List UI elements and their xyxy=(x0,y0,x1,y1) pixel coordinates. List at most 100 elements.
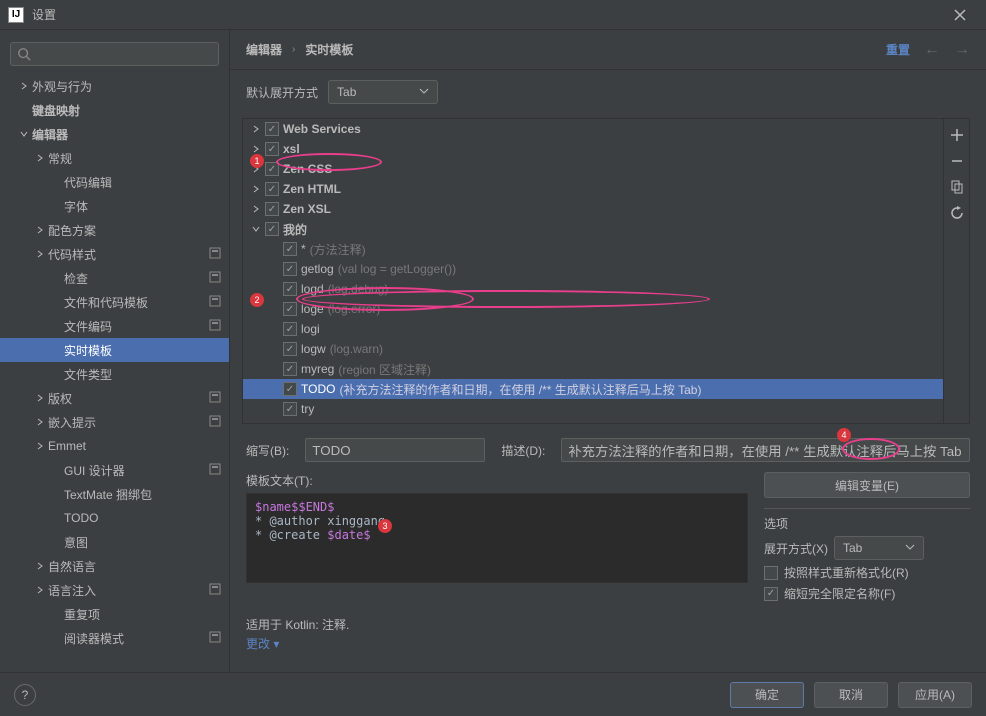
sidebar-item[interactable]: 文件编码 xyxy=(0,314,229,338)
sidebar-item-label: 语言注入 xyxy=(48,582,96,599)
template-checkbox[interactable]: ✓ xyxy=(283,402,297,416)
sidebar-item[interactable]: 阅读器模式 xyxy=(0,626,229,650)
group-checkbox[interactable]: ✓ xyxy=(265,222,279,236)
sidebar-item[interactable]: 检查 xyxy=(0,266,229,290)
group-checkbox[interactable]: ✓ xyxy=(265,142,279,156)
close-button[interactable] xyxy=(942,1,978,29)
sidebar-item[interactable]: Emmet xyxy=(0,434,229,458)
reformat-label: 按照样式重新格式化(R) xyxy=(784,564,909,581)
search-icon xyxy=(17,47,31,61)
template-item[interactable]: ✓ try xyxy=(243,399,943,419)
template-item[interactable]: ✓ logd (log.debug) xyxy=(243,279,943,299)
sidebar-item[interactable]: 实时模板 xyxy=(0,338,229,362)
sidebar-item[interactable]: GUI 设计器 xyxy=(0,458,229,482)
group-checkbox[interactable]: ✓ xyxy=(265,182,279,196)
search-input[interactable] xyxy=(10,42,219,66)
sidebar-item[interactable]: 嵌入提示 xyxy=(0,410,229,434)
template-desc: (val log = getLogger()) xyxy=(338,262,456,276)
template-group[interactable]: ✓ Zen HTML xyxy=(243,179,943,199)
sidebar-item[interactable]: TextMate 捆绑包 xyxy=(0,482,229,506)
sidebar-item[interactable]: 外观与行为 xyxy=(0,74,229,98)
template-item[interactable]: ✓ TODO (补充方法注释的作者和日期，在使用 /** 生成默认注释后马上按 … xyxy=(243,379,943,399)
revert-template-button[interactable] xyxy=(949,205,965,221)
sidebar-item[interactable]: 字体 xyxy=(0,194,229,218)
template-group[interactable]: ✓ Web Services xyxy=(243,119,943,139)
sidebar-item[interactable]: 重复项 xyxy=(0,602,229,626)
sidebar-item[interactable]: TODO xyxy=(0,506,229,530)
sidebar-item[interactable]: 代码样式 xyxy=(0,242,229,266)
expand-arrow-icon xyxy=(50,536,62,548)
template-checkbox[interactable]: ✓ xyxy=(283,242,297,256)
shorten-fqn-checkbox[interactable]: ✓ xyxy=(764,587,778,601)
template-group[interactable]: ✓ xsl xyxy=(243,139,943,159)
template-item[interactable]: ✓ loge (log.error) xyxy=(243,299,943,319)
template-checkbox[interactable]: ✓ xyxy=(283,382,297,396)
expand-arrow-icon xyxy=(251,225,261,233)
template-item[interactable]: ✓ * (方法注释) xyxy=(243,239,943,259)
group-checkbox[interactable]: ✓ xyxy=(265,162,279,176)
template-group[interactable]: ✓ Zen XSL xyxy=(243,199,943,219)
template-checkbox[interactable]: ✓ xyxy=(283,282,297,296)
expand-arrow-icon xyxy=(50,344,62,356)
template-text-editor[interactable]: $name$$END$ * @author xinggang * @create… xyxy=(246,493,748,583)
sidebar-item[interactable]: 文件和代码模板 xyxy=(0,290,229,314)
template-item[interactable]: ✓ myreg (region 区域注释) xyxy=(243,359,943,379)
sidebar-item[interactable]: 版权 xyxy=(0,386,229,410)
help-button[interactable]: ? xyxy=(14,684,36,706)
template-checkbox[interactable]: ✓ xyxy=(283,322,297,336)
group-checkbox[interactable]: ✓ xyxy=(265,202,279,216)
template-checkbox[interactable]: ✓ xyxy=(283,342,297,356)
shorten-fqn-label: 缩短完全限定名称(F) xyxy=(784,585,895,602)
template-checkbox[interactable]: ✓ xyxy=(283,262,297,276)
sidebar-item[interactable]: 配色方案 xyxy=(0,218,229,242)
template-item[interactable]: ✓ logw (log.warn) xyxy=(243,339,943,359)
sidebar-item[interactable]: 编辑器 xyxy=(0,122,229,146)
group-checkbox[interactable]: ✓ xyxy=(265,122,279,136)
abbr-input[interactable] xyxy=(305,438,485,462)
ok-button[interactable]: 确定 xyxy=(730,682,804,708)
group-name: Zen HTML xyxy=(283,182,341,196)
applies-to-text: 适用于 Kotlin: 注释. xyxy=(246,616,970,633)
desc-input[interactable] xyxy=(561,438,970,462)
template-item[interactable]: ✓ logi xyxy=(243,319,943,339)
template-group[interactable]: ✓ Zen CSS xyxy=(243,159,943,179)
template-item[interactable]: ✓ getlog (val log = getLogger()) xyxy=(243,259,943,279)
template-abbr: logw xyxy=(301,342,326,356)
sidebar-item-label: 检查 xyxy=(64,270,88,287)
template-desc: (log.warn) xyxy=(330,342,383,356)
default-expand-dropdown[interactable]: Tab xyxy=(328,80,438,104)
sidebar-item[interactable]: 语言注入 xyxy=(0,578,229,602)
expand-arrow-icon xyxy=(34,440,46,452)
apply-button[interactable]: 应用(A) xyxy=(898,682,972,708)
sidebar-item[interactable]: 意图 xyxy=(0,530,229,554)
change-context-link[interactable]: 更改 ▾ xyxy=(246,635,970,652)
expand-with-dropdown[interactable]: Tab xyxy=(834,536,924,560)
remove-template-button[interactable] xyxy=(949,153,965,169)
app-icon: IJ xyxy=(8,7,24,23)
add-template-button[interactable] xyxy=(949,127,965,143)
breadcrumb-parent[interactable]: 编辑器 xyxy=(246,41,282,58)
template-group[interactable]: ✓ 我的 xyxy=(243,219,943,239)
template-abbr: myreg xyxy=(301,362,334,376)
expand-arrow-icon xyxy=(251,125,261,133)
template-toolbar xyxy=(943,119,969,423)
sidebar-item-label: 代码编辑 xyxy=(64,174,112,191)
nav-forward-button[interactable]: → xyxy=(954,41,970,59)
sidebar-item-label: 外观与行为 xyxy=(32,78,92,95)
copy-template-button[interactable] xyxy=(949,179,965,195)
cancel-button[interactable]: 取消 xyxy=(814,682,888,708)
sidebar-item[interactable]: 自然语言 xyxy=(0,554,229,578)
edit-variables-button[interactable]: 编辑变量(E) xyxy=(764,472,970,498)
template-checkbox[interactable]: ✓ xyxy=(283,362,297,376)
sidebar-item[interactable]: 文件类型 xyxy=(0,362,229,386)
sidebar-item[interactable]: 键盘映射 xyxy=(0,98,229,122)
sidebar-item[interactable]: 代码编辑 xyxy=(0,170,229,194)
reset-link[interactable]: 重置 xyxy=(886,41,910,58)
sidebar-item-label: 嵌入提示 xyxy=(48,414,96,431)
nav-back-button[interactable]: ← xyxy=(924,41,940,59)
template-checkbox[interactable]: ✓ xyxy=(283,302,297,316)
sidebar-item[interactable]: 常规 xyxy=(0,146,229,170)
template-abbr: * xyxy=(301,242,306,256)
reformat-checkbox[interactable] xyxy=(764,566,778,580)
template-abbr: getlog xyxy=(301,262,334,276)
